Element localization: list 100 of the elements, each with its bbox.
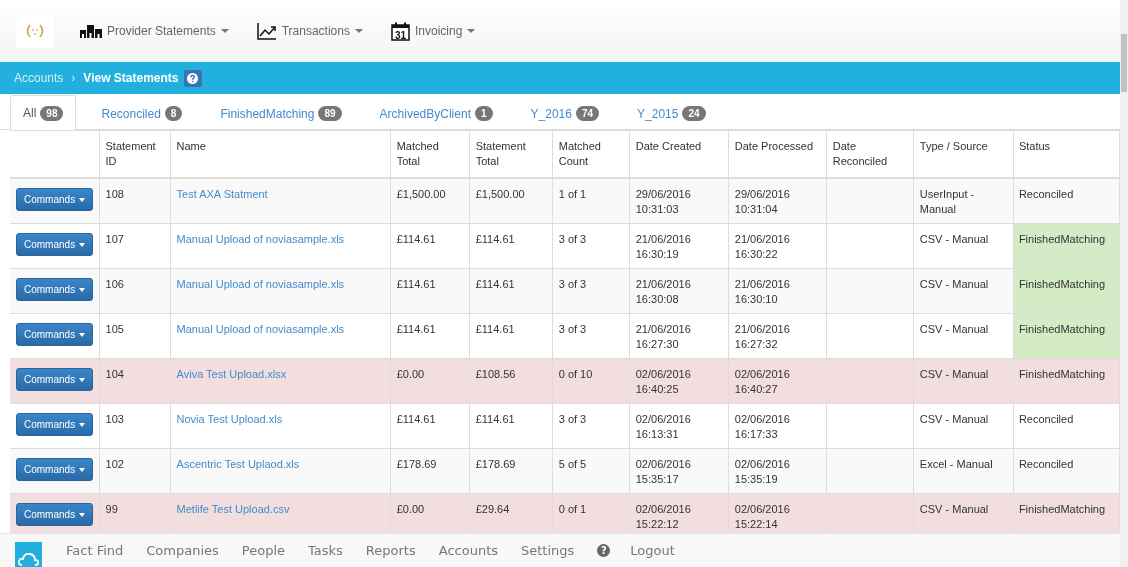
footer-link[interactable]: Companies [146, 543, 219, 558]
line-chart-icon [256, 22, 277, 40]
table-cell-text: 0 of 10 [558, 368, 593, 380]
table-cell-text: FinishedMatching [1018, 503, 1106, 515]
statement-link[interactable]: Metlife Test Upload.csv [176, 503, 290, 515]
breadcrumb-separator: › [71, 71, 76, 85]
statement-link[interactable]: Novia Test Upload.xls [176, 413, 283, 425]
table-cell-text: 02/06/2016 15:35:19 [734, 458, 790, 485]
column-header: Type / Source [919, 140, 988, 152]
table-cell-text: 29/06/2016 10:31:04 [734, 188, 790, 215]
statement-link[interactable]: Manual Upload of noviasample.xls [176, 323, 345, 335]
table-cell-text: 29/06/2016 10:31:03 [635, 188, 691, 215]
table-cell-text: 104 [105, 368, 124, 380]
table-cell-text: 105 [105, 323, 124, 335]
caret-icon [354, 29, 363, 33]
page-title: View Statements [83, 71, 179, 85]
table-cell-text: 106 [105, 278, 124, 290]
column-header: Name [176, 140, 206, 152]
help-button[interactable] [183, 69, 202, 87]
statement-link[interactable]: Manual Upload of noviasample.xls [176, 278, 345, 290]
statement-link[interactable]: Ascentric Test Uplaod.xls [176, 458, 300, 470]
footer-link[interactable]: People [241, 543, 285, 558]
table-cell-text: 21/06/2016 16:30:19 [635, 233, 691, 260]
footer-link[interactable]: Logout [630, 543, 675, 558]
help-icon[interactable]: ? [597, 544, 611, 557]
column-header: Date Processed [734, 140, 814, 152]
table-cell-text: £114.61 [396, 413, 436, 425]
table-cell-text: 02/06/2016 16:40:27 [734, 368, 790, 395]
caret-icon [79, 377, 86, 382]
table-cell-text: 3 of 3 [558, 278, 587, 290]
commands-button[interactable]: Commands [16, 323, 94, 346]
table-cell-text: 5 of 5 [558, 458, 587, 470]
footer-link[interactable]: Reports [365, 543, 416, 558]
app-logo[interactable] [15, 542, 42, 567]
commands-button[interactable]: Commands [16, 278, 94, 301]
table-cell-text: 02/06/2016 16:17:33 [734, 413, 790, 440]
column-header: Date Reconciled [832, 140, 888, 167]
commands-button[interactable]: Commands [16, 368, 94, 391]
column-header: Matched Count [558, 140, 601, 167]
filter-tab[interactable]: ArchivedByClient 1 [366, 96, 506, 130]
column-header: Status [1018, 140, 1051, 152]
caret-icon [79, 512, 86, 517]
cloud-icon [18, 550, 39, 567]
filter-tab[interactable]: All 98 [10, 95, 77, 130]
table-cell-text: 21/06/2016 16:30:22 [734, 233, 790, 260]
filter-tab[interactable]: Reconciled 8 [88, 96, 196, 130]
table-cell-text: CSV - Manual [919, 278, 989, 290]
commands-button[interactable]: Commands [16, 503, 94, 526]
table-cell-text: UserInput - Manual [919, 188, 975, 215]
caret-icon [220, 29, 229, 33]
table-cell-text: 21/06/2016 16:30:10 [734, 278, 790, 305]
footer-link[interactable]: Tasks [308, 543, 343, 558]
filter-tab[interactable]: Y_2015 24 [624, 96, 719, 130]
table-cell-text: 02/06/2016 15:22:12 [635, 503, 691, 530]
table-cell-text: £114.61 [475, 323, 515, 335]
table-cell-text: £0.00 [396, 368, 425, 380]
table-cell-text: 02/06/2016 15:22:14 [734, 503, 790, 530]
table-cell-text: 02/06/2016 16:13:31 [635, 413, 691, 440]
caret-icon [79, 422, 86, 427]
table-cell-text: 99 [105, 503, 118, 515]
statement-link[interactable]: Manual Upload of noviasample.xls [176, 233, 345, 245]
table-cell-text: 02/06/2016 16:40:25 [635, 368, 691, 395]
filter-tab[interactable]: FinishedMatching 89 [207, 96, 355, 130]
footer-link[interactable]: Accounts [438, 543, 498, 558]
help-icon [187, 72, 198, 84]
table-cell-text: CSV - Manual [919, 233, 989, 245]
table-cell-text: CSV - Manual [919, 368, 989, 380]
footer-link[interactable]: Settings [521, 543, 575, 558]
footer-link[interactable]: Fact Find [66, 543, 124, 558]
nav-menu-item[interactable]: 31 Invoicing [390, 21, 476, 41]
column-header: Date Created [635, 140, 702, 152]
nav-menu-item[interactable]: Transactions [256, 22, 363, 40]
table-cell-text: 21/06/2016 16:27:32 [734, 323, 790, 350]
table-cell-text: FinishedMatching [1018, 278, 1106, 290]
statement-link[interactable]: Aviva Test Upload.xlsx [176, 368, 287, 380]
table-cell-text: 0 of 1 [558, 503, 587, 515]
column-header: Matched Total [396, 140, 439, 167]
column-header: Statement ID [105, 140, 156, 167]
table-cell-text: CSV - Manual [919, 503, 989, 515]
table-cell-text: 02/06/2016 15:35:17 [635, 458, 691, 485]
table-cell-text: 103 [105, 413, 124, 425]
table-cell-text: £114.61 [396, 233, 436, 245]
table-cell-text: Reconciled [1018, 458, 1074, 470]
table-cell-text: £114.61 [475, 278, 515, 290]
scrollbar[interactable] [1120, 0, 1128, 567]
table-cell-text: 3 of 3 [558, 323, 587, 335]
table-cell-text: CSV - Manual [919, 413, 989, 425]
commands-button[interactable]: Commands [16, 413, 94, 436]
filter-tab[interactable]: Y_2016 74 [517, 96, 613, 130]
caret-icon [79, 197, 86, 202]
commands-button[interactable]: Commands [16, 458, 94, 481]
commands-button[interactable]: Commands [16, 188, 94, 211]
caret-icon [79, 287, 86, 292]
count-badge: 98 [40, 105, 64, 121]
table-cell-text: £1,500.00 [475, 188, 525, 200]
table-cell-text: FinishedMatching [1018, 323, 1106, 335]
table-cell-text: £114.61 [396, 278, 436, 290]
commands-button[interactable]: Commands [16, 233, 94, 256]
nav-menu-item[interactable]: Provider Statements [80, 24, 229, 38]
statement-link[interactable]: Test AXA Statment [176, 188, 268, 200]
